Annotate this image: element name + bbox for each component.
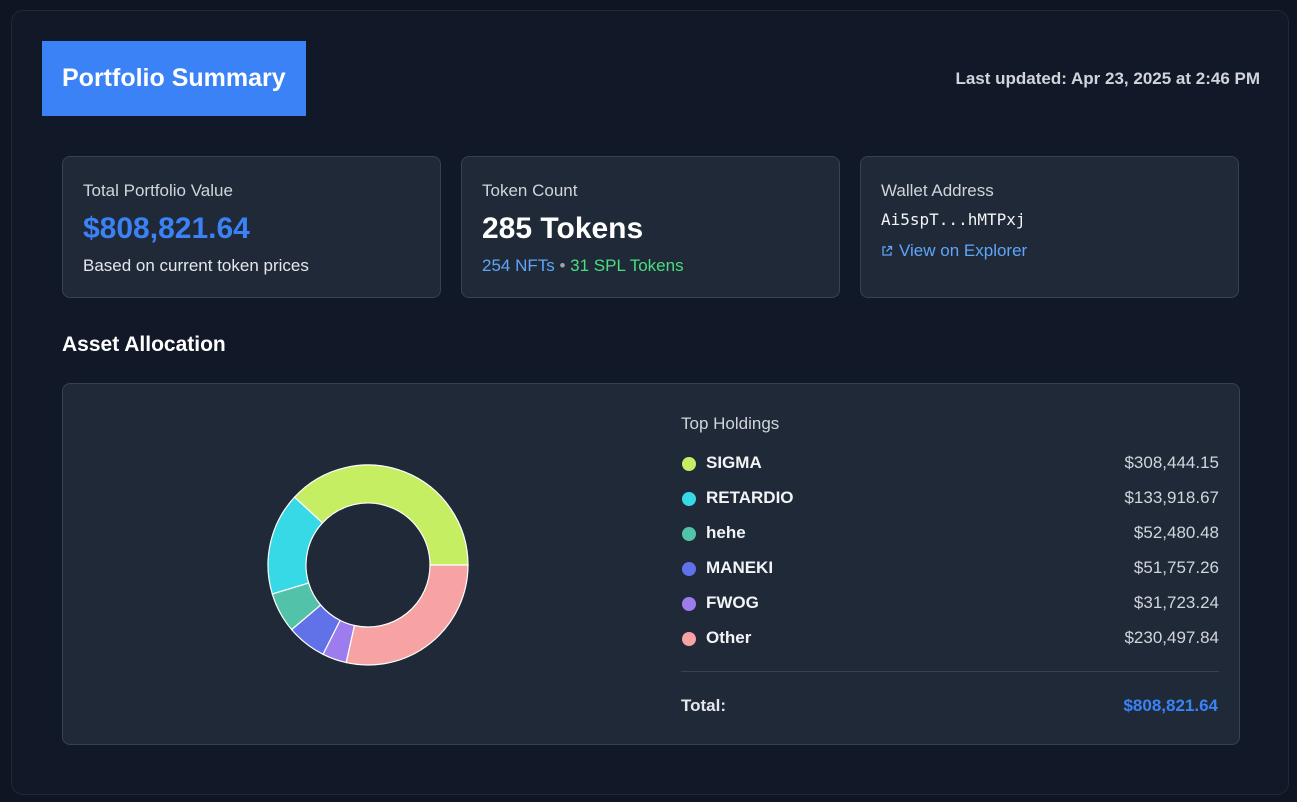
breakdown-separator: • (559, 256, 566, 275)
holding-row: RETARDIO $133,918.67 (681, 488, 1219, 523)
token-breakdown: 254 NFTs • 31 SPL Tokens (482, 256, 684, 276)
legend-color-dot (682, 457, 696, 471)
title-banner: Portfolio Summary (42, 41, 306, 116)
total-value-label: Total Portfolio Value (83, 181, 233, 200)
top-holdings-heading: Top Holdings (681, 414, 780, 433)
token-count-card: Token Count 285 Tokens 254 NFTs • 31 SPL… (461, 156, 840, 298)
page-title: Portfolio Summary (62, 64, 286, 92)
holding-value: $51,757.26 (1133, 558, 1219, 577)
holding-row: SIGMA $308,444.15 (681, 453, 1219, 488)
holding-value: $133,918.67 (1124, 488, 1219, 507)
holding-value: $308,444.15 (1124, 453, 1219, 472)
total-value: $808,821.64 (1123, 696, 1218, 715)
wallet-card: Wallet Address Ai5spT...hMTPxj View on E… (860, 156, 1239, 298)
wallet-address: Ai5spT...hMTPxj (881, 210, 1026, 229)
holding-name: FWOG (706, 593, 759, 612)
external-link-icon (882, 245, 893, 256)
token-count-label: Token Count (482, 181, 578, 200)
holding-value: $52,480.48 (1133, 523, 1219, 542)
total-value-note: Based on current token prices (83, 256, 309, 275)
holding-name: hehe (706, 523, 746, 542)
legend-color-dot (682, 632, 696, 646)
holding-value: $230,497.84 (1124, 628, 1219, 647)
total-value-card: Total Portfolio Value $808,821.64 Based … (62, 156, 441, 298)
holding-row: MANEKI $51,757.26 (681, 558, 1219, 593)
nft-count: 254 NFTs (482, 256, 555, 275)
donut-slice-other (345, 564, 469, 666)
legend-color-dot (682, 597, 696, 611)
last-updated-text: Last updated: Apr 23, 2025 at 2:46 PM (955, 69, 1260, 88)
legend-color-dot (682, 492, 696, 506)
donut-slice-sigma (293, 464, 469, 566)
total-value-amount: $808,821.64 (83, 212, 250, 245)
holding-name: MANEKI (706, 558, 774, 577)
allocation-donut-chart (267, 464, 469, 666)
holding-name: SIGMA (706, 453, 762, 472)
explorer-link-label: View on Explorer (899, 241, 1028, 260)
holding-value: $31,723.24 (1133, 593, 1219, 612)
top-holdings-list: Top Holdings SIGMA $308,444.15 RETARDIO $13… (681, 414, 1219, 663)
wallet-label: Wallet Address (881, 181, 994, 200)
legend-color-dot (682, 562, 696, 576)
holding-name: Other (706, 628, 752, 647)
holding-row: hehe $52,480.48 (681, 523, 1219, 558)
holding-row: FWOG $31,723.24 (681, 593, 1219, 628)
legend-color-dot (682, 527, 696, 541)
view-on-explorer-link[interactable]: View on Explorer (881, 241, 1027, 261)
holding-name: RETARDIO (706, 488, 794, 507)
asset-allocation-panel: Top Holdings SIGMA $308,444.15 RETARDIO $13… (62, 383, 1240, 745)
asset-allocation-heading: Asset Allocation (62, 333, 226, 356)
total-label: Total: (681, 696, 727, 715)
token-count-value: 285 Tokens (482, 212, 644, 245)
holdings-divider (681, 671, 1219, 672)
holding-row: Other $230,497.84 (681, 628, 1219, 663)
spl-count: 31 SPL Tokens (570, 256, 684, 275)
